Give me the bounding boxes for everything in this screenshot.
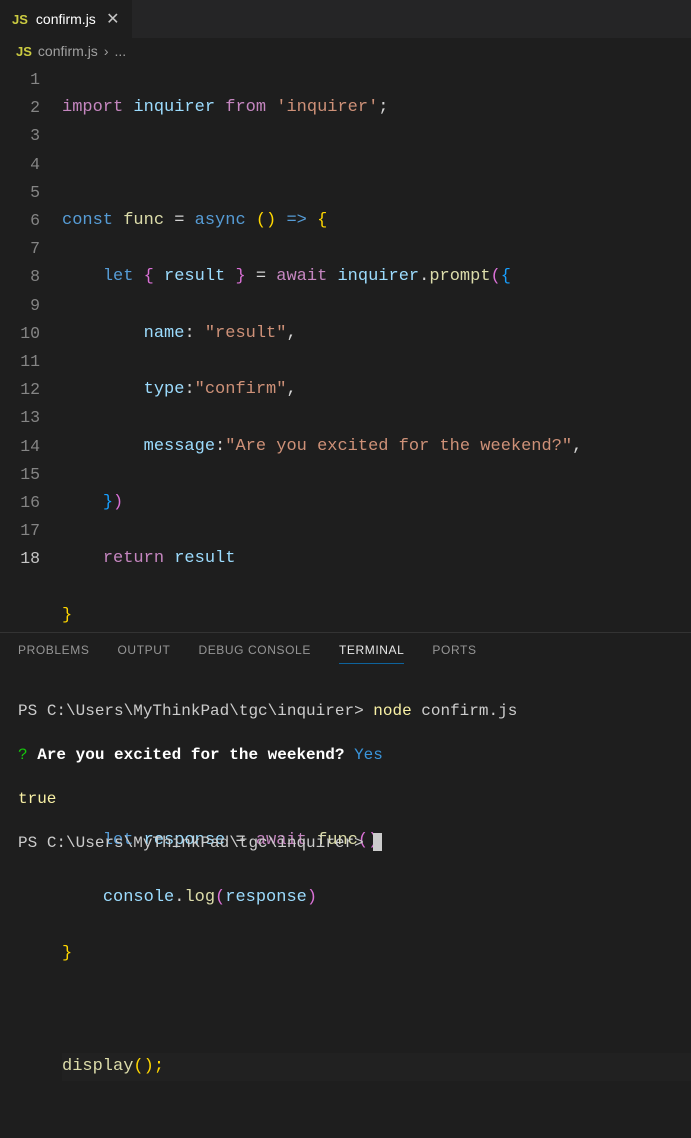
js-icon: JS [16,44,32,59]
tab-label: confirm.js [36,11,96,27]
bottom-panel: PROBLEMS OUTPUT DEBUG CONSOLE TERMINAL P… [0,632,691,816]
code-editor[interactable]: 123456789101112131415161718 import inqui… [0,64,691,1138]
close-icon[interactable]: ✕ [104,10,122,28]
terminal-cursor [373,833,382,851]
code-area[interactable]: import inquirer from 'inquirer'; const f… [62,66,691,1138]
tab-confirm-js[interactable]: JS confirm.js ✕ [0,0,133,38]
terminal[interactable]: PS C:\Users\MyThinkPad\tgc\inquirer> nod… [0,672,691,904]
js-icon: JS [12,12,28,27]
line-gutter: 123456789101112131415161718 [0,66,62,1138]
panel-tabs: PROBLEMS OUTPUT DEBUG CONSOLE TERMINAL P… [0,633,691,672]
tab-bar: JS confirm.js ✕ [0,0,691,38]
chevron-right-icon: › [104,43,109,59]
tab-ports[interactable]: PORTS [432,643,476,664]
tab-problems[interactable]: PROBLEMS [18,643,90,664]
tab-debug-console[interactable]: DEBUG CONSOLE [198,643,311,664]
breadcrumb-file: confirm.js [38,43,98,59]
breadcrumb-more: ... [114,43,126,59]
tab-output[interactable]: OUTPUT [118,643,171,664]
breadcrumb[interactable]: JS confirm.js › ... [0,38,691,64]
tab-terminal[interactable]: TERMINAL [339,643,404,664]
